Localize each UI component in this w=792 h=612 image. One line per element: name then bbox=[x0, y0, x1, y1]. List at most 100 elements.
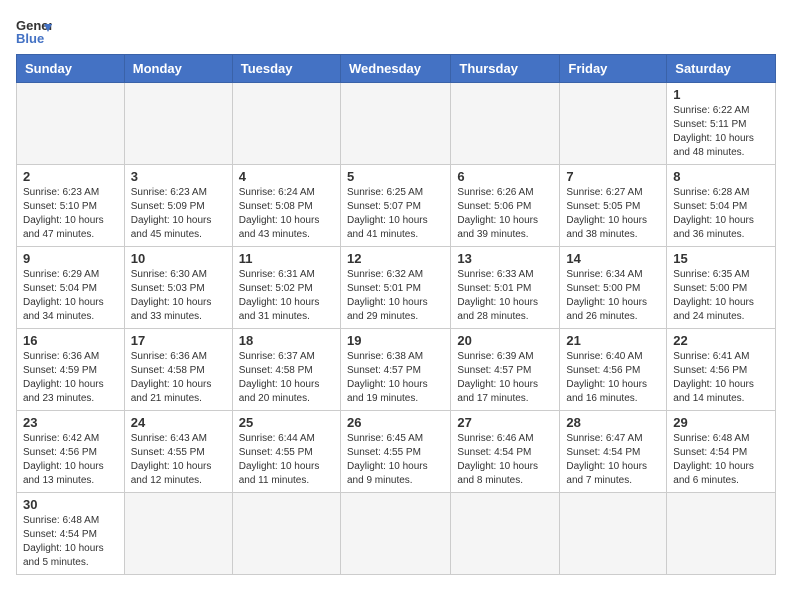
day-number: 18 bbox=[239, 333, 334, 348]
day-number: 7 bbox=[566, 169, 660, 184]
calendar-cell: 16Sunrise: 6:36 AM Sunset: 4:59 PM Dayli… bbox=[17, 329, 125, 411]
calendar-cell: 28Sunrise: 6:47 AM Sunset: 4:54 PM Dayli… bbox=[560, 411, 667, 493]
day-header-friday: Friday bbox=[560, 55, 667, 83]
day-number: 3 bbox=[131, 169, 226, 184]
week-row-6: 30 Sunrise: 6:48 AM Sunset: 4:54 PM Dayli… bbox=[17, 493, 776, 575]
day-info: Sunrise: 6:22 AM Sunset: 5:11 PM Dayligh… bbox=[673, 104, 769, 160]
week-row-2: 2 Sunrise: 6:23 AM Sunset: 5:10 PM Daylig… bbox=[17, 165, 776, 247]
day-number: 10 bbox=[131, 251, 226, 266]
day-number: 21 bbox=[566, 333, 660, 348]
calendar-cell: 8 Sunrise: 6:28 AM Sunset: 5:04 PM Daylig… bbox=[667, 165, 776, 247]
day-info: Sunrise: 6:28 AM Sunset: 5:04 PM Dayligh… bbox=[673, 186, 769, 242]
day-info: Sunrise: 6:39 AM Sunset: 4:57 PM Dayligh… bbox=[457, 350, 553, 406]
calendar-cell bbox=[232, 493, 340, 575]
calendar-cell: 22 Sunrise: 6:41 AM Sunset: 4:56 PM Dayli… bbox=[667, 329, 776, 411]
calendar-cell: 24Sunrise: 6:43 AM Sunset: 4:55 PM Dayli… bbox=[124, 411, 232, 493]
day-header-monday: Monday bbox=[124, 55, 232, 83]
calendar-cell: 29 Sunrise: 6:48 AM Sunset: 4:54 PM Dayli… bbox=[667, 411, 776, 493]
day-info: Sunrise: 6:29 AM Sunset: 5:04 PM Dayligh… bbox=[23, 268, 118, 324]
day-number: 2 bbox=[23, 169, 118, 184]
calendar-cell: 15Sunrise: 6:35 AM Sunset: 5:00 PM Dayli… bbox=[667, 247, 776, 329]
day-number: 22 bbox=[673, 333, 769, 348]
day-number: 30 bbox=[23, 497, 118, 512]
calendar-cell bbox=[667, 493, 776, 575]
day-number: 6 bbox=[457, 169, 553, 184]
day-number: 5 bbox=[347, 169, 444, 184]
calendar-cell: 2 Sunrise: 6:23 AM Sunset: 5:10 PM Daylig… bbox=[17, 165, 125, 247]
calendar-cell: 3 Sunrise: 6:23 AM Sunset: 5:09 PM Daylig… bbox=[124, 165, 232, 247]
day-number: 27 bbox=[457, 415, 553, 430]
day-number: 19 bbox=[347, 333, 444, 348]
calendar-cell bbox=[124, 83, 232, 165]
day-info: Sunrise: 6:23 AM Sunset: 5:09 PM Dayligh… bbox=[131, 186, 226, 242]
calendar-cell: 18 Sunrise: 6:37 AM Sunset: 4:58 PM Dayli… bbox=[232, 329, 340, 411]
day-info: Sunrise: 6:41 AM Sunset: 4:56 PM Dayligh… bbox=[673, 350, 769, 406]
calendar-cell: 1 Sunrise: 6:22 AM Sunset: 5:11 PM Daylig… bbox=[667, 83, 776, 165]
day-number: 23 bbox=[23, 415, 118, 430]
calendar-cell bbox=[451, 493, 560, 575]
day-info: Sunrise: 6:48 AM Sunset: 4:54 PM Dayligh… bbox=[673, 432, 769, 488]
day-number: 1 bbox=[673, 87, 769, 102]
day-number: 15 bbox=[673, 251, 769, 266]
day-info: Sunrise: 6:25 AM Sunset: 5:07 PM Dayligh… bbox=[347, 186, 444, 242]
calendar-cell: 7 Sunrise: 6:27 AM Sunset: 5:05 PM Daylig… bbox=[560, 165, 667, 247]
day-info: Sunrise: 6:37 AM Sunset: 4:58 PM Dayligh… bbox=[239, 350, 334, 406]
calendar-cell: 14 Sunrise: 6:34 AM Sunset: 5:00 PM Dayli… bbox=[560, 247, 667, 329]
day-number: 29 bbox=[673, 415, 769, 430]
day-header-saturday: Saturday bbox=[667, 55, 776, 83]
calendar-cell bbox=[232, 83, 340, 165]
week-row-3: 9 Sunrise: 6:29 AM Sunset: 5:04 PM Daylig… bbox=[17, 247, 776, 329]
day-info: Sunrise: 6:44 AM Sunset: 4:55 PM Dayligh… bbox=[239, 432, 334, 488]
logo: General Blue bbox=[16, 16, 52, 46]
day-number: 9 bbox=[23, 251, 118, 266]
day-info: Sunrise: 6:27 AM Sunset: 5:05 PM Dayligh… bbox=[566, 186, 660, 242]
header-row: SundayMondayTuesdayWednesdayThursdayFrid… bbox=[17, 55, 776, 83]
day-number: 25 bbox=[239, 415, 334, 430]
calendar-cell bbox=[340, 493, 450, 575]
day-number: 8 bbox=[673, 169, 769, 184]
day-info: Sunrise: 6:42 AM Sunset: 4:56 PM Dayligh… bbox=[23, 432, 118, 488]
day-header-sunday: Sunday bbox=[17, 55, 125, 83]
calendar-cell bbox=[340, 83, 450, 165]
calendar-cell: 27 Sunrise: 6:46 AM Sunset: 4:54 PM Dayli… bbox=[451, 411, 560, 493]
calendar-cell: 25 Sunrise: 6:44 AM Sunset: 4:55 PM Dayli… bbox=[232, 411, 340, 493]
week-row-4: 16Sunrise: 6:36 AM Sunset: 4:59 PM Dayli… bbox=[17, 329, 776, 411]
logo-icon: General Blue bbox=[16, 16, 52, 46]
calendar-cell: 6 Sunrise: 6:26 AM Sunset: 5:06 PM Daylig… bbox=[451, 165, 560, 247]
day-info: Sunrise: 6:48 AM Sunset: 4:54 PM Dayligh… bbox=[23, 514, 118, 570]
svg-text:Blue: Blue bbox=[16, 31, 44, 46]
calendar-cell: 10Sunrise: 6:30 AM Sunset: 5:03 PM Dayli… bbox=[124, 247, 232, 329]
calendar-cell: 30 Sunrise: 6:48 AM Sunset: 4:54 PM Dayli… bbox=[17, 493, 125, 575]
calendar-cell: 20 Sunrise: 6:39 AM Sunset: 4:57 PM Dayli… bbox=[451, 329, 560, 411]
day-info: Sunrise: 6:43 AM Sunset: 4:55 PM Dayligh… bbox=[131, 432, 226, 488]
day-number: 14 bbox=[566, 251, 660, 266]
calendar-cell: 11Sunrise: 6:31 AM Sunset: 5:02 PM Dayli… bbox=[232, 247, 340, 329]
day-info: Sunrise: 6:46 AM Sunset: 4:54 PM Dayligh… bbox=[457, 432, 553, 488]
day-info: Sunrise: 6:32 AM Sunset: 5:01 PM Dayligh… bbox=[347, 268, 444, 324]
day-info: Sunrise: 6:38 AM Sunset: 4:57 PM Dayligh… bbox=[347, 350, 444, 406]
day-info: Sunrise: 6:24 AM Sunset: 5:08 PM Dayligh… bbox=[239, 186, 334, 242]
calendar-cell: 17 Sunrise: 6:36 AM Sunset: 4:58 PM Dayli… bbox=[124, 329, 232, 411]
day-info: Sunrise: 6:31 AM Sunset: 5:02 PM Dayligh… bbox=[239, 268, 334, 324]
calendar-cell bbox=[451, 83, 560, 165]
day-info: Sunrise: 6:34 AM Sunset: 5:00 PM Dayligh… bbox=[566, 268, 660, 324]
day-header-wednesday: Wednesday bbox=[340, 55, 450, 83]
day-header-thursday: Thursday bbox=[451, 55, 560, 83]
day-info: Sunrise: 6:36 AM Sunset: 4:58 PM Dayligh… bbox=[131, 350, 226, 406]
calendar-cell bbox=[560, 83, 667, 165]
day-number: 12 bbox=[347, 251, 444, 266]
day-info: Sunrise: 6:26 AM Sunset: 5:06 PM Dayligh… bbox=[457, 186, 553, 242]
calendar-cell: 9 Sunrise: 6:29 AM Sunset: 5:04 PM Daylig… bbox=[17, 247, 125, 329]
day-info: Sunrise: 6:36 AM Sunset: 4:59 PM Dayligh… bbox=[23, 350, 118, 406]
calendar-cell: 13Sunrise: 6:33 AM Sunset: 5:01 PM Dayli… bbox=[451, 247, 560, 329]
calendar-cell: 23 Sunrise: 6:42 AM Sunset: 4:56 PM Dayli… bbox=[17, 411, 125, 493]
day-info: Sunrise: 6:47 AM Sunset: 4:54 PM Dayligh… bbox=[566, 432, 660, 488]
day-number: 20 bbox=[457, 333, 553, 348]
calendar-cell bbox=[124, 493, 232, 575]
day-info: Sunrise: 6:23 AM Sunset: 5:10 PM Dayligh… bbox=[23, 186, 118, 242]
day-info: Sunrise: 6:33 AM Sunset: 5:01 PM Dayligh… bbox=[457, 268, 553, 324]
calendar-cell bbox=[560, 493, 667, 575]
calendar-cell bbox=[17, 83, 125, 165]
day-number: 17 bbox=[131, 333, 226, 348]
day-info: Sunrise: 6:40 AM Sunset: 4:56 PM Dayligh… bbox=[566, 350, 660, 406]
